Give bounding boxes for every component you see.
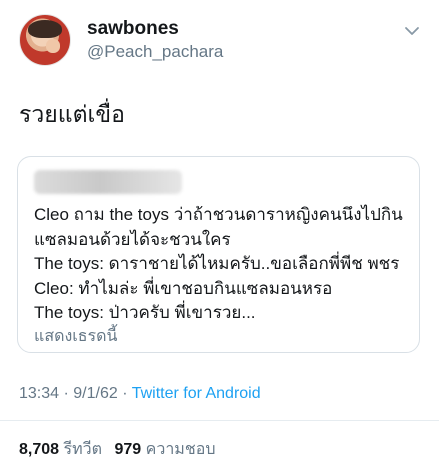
like-label: ความชอบ: [145, 441, 216, 458]
like-stat[interactable]: 979 ความชอบ: [114, 441, 223, 458]
retweet-label: รีทวีต: [63, 441, 103, 458]
quoted-tweet[interactable]: Cleo ถาม the toys ว่าถ้าชวนดาราหญิงคนนึง…: [17, 156, 420, 353]
tweet-stats: 8,708 รีทวีต 979 ความชอบ: [19, 437, 223, 462]
show-thread-link[interactable]: แสดงเธรดนี้: [34, 324, 117, 349]
chevron-down-icon[interactable]: [403, 22, 421, 40]
quoted-line: The toys: ดาราชายได้ไหมครับ..ขอเลือกพี่พ…: [34, 254, 400, 273]
avatar-hair: [28, 20, 62, 38]
tweet-text: รวยแต่เขื่อ: [19, 101, 125, 127]
display-name[interactable]: sawbones: [87, 18, 179, 40]
quoted-author-redacted: [34, 170, 182, 194]
user-handle[interactable]: @Peach_pachara: [87, 42, 223, 62]
quoted-line: Cleo: ทำไมล่ะ พี่เขาชอบกินแซลมอนหรอ: [34, 278, 333, 298]
quoted-line: แซลมอนด้วยได้จะชวนใคร: [34, 229, 231, 249]
retweet-count: 8,708: [19, 441, 60, 458]
like-count: 979: [114, 441, 142, 458]
meta-separator: ·: [117, 385, 132, 402]
tweet-meta: 13:34 · 9/1/62 · Twitter for Android: [19, 385, 261, 403]
meta-separator: ·: [59, 385, 74, 402]
quoted-line: Cleo ถาม the toys ว่าถ้าชวนดาราหญิงคนนึง…: [34, 205, 403, 224]
avatar[interactable]: [19, 14, 71, 66]
tweet-source-link[interactable]: Twitter for Android: [132, 385, 261, 402]
tweet-date[interactable]: 9/1/62: [73, 385, 117, 402]
tweet-time[interactable]: 13:34: [19, 385, 59, 402]
divider: [0, 420, 439, 421]
quoted-line: The toys: ป่าวครับ พี่เขารวย...: [34, 303, 256, 322]
quoted-tweet-text: Cleo ถาม the toys ว่าถ้าชวนดาราหญิงคนนึง…: [34, 203, 411, 326]
avatar-hand: [46, 39, 60, 53]
retweet-stat[interactable]: 8,708 รีทวีต: [19, 441, 114, 458]
